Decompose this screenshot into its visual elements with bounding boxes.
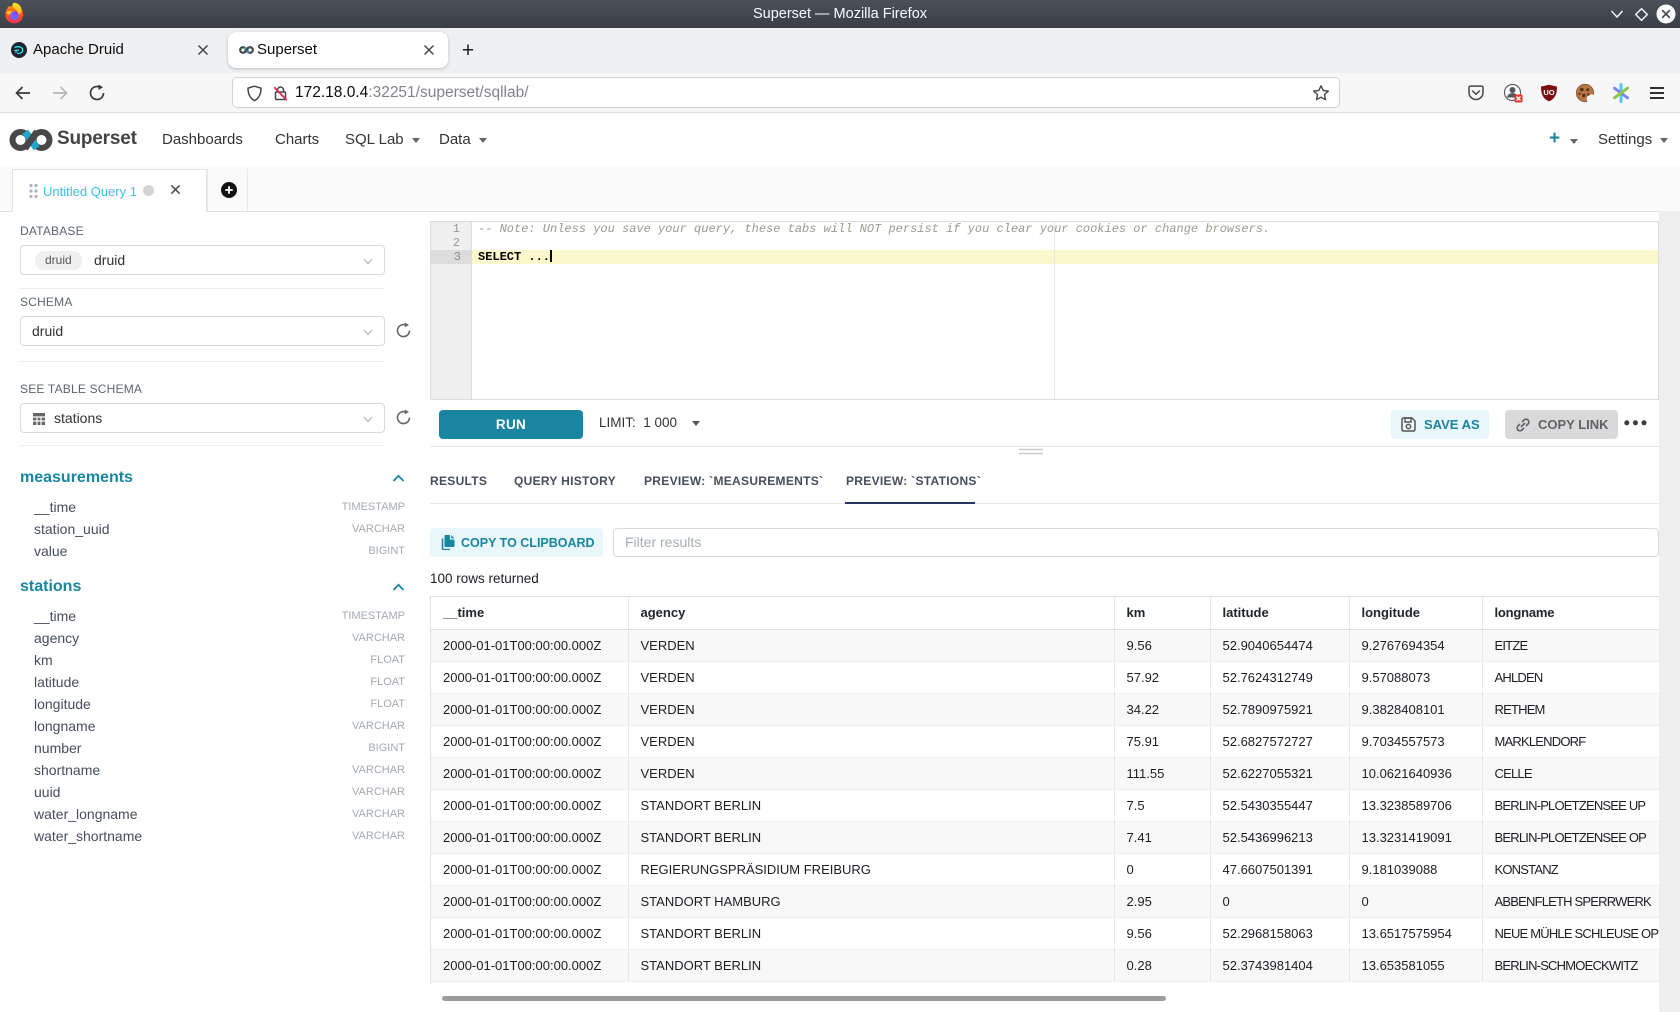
svg-text:UO: UO [1543, 88, 1554, 97]
